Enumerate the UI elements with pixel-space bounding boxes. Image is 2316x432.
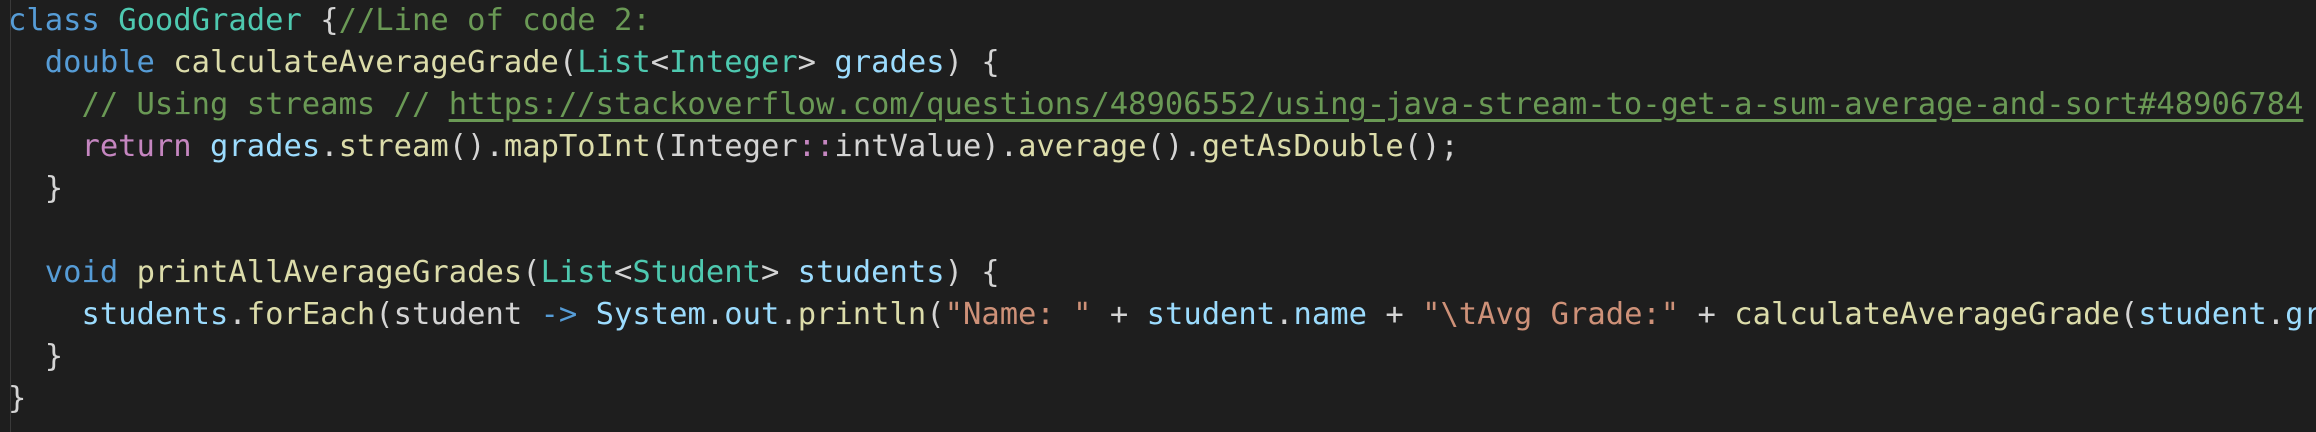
- lambda-param: (student: [375, 297, 541, 332]
- dot: .: [228, 297, 247, 332]
- var-students: students: [81, 297, 229, 332]
- code-line-10[interactable]: }: [8, 378, 26, 420]
- type-integer: Integer: [669, 129, 798, 164]
- code-line-9[interactable]: }: [8, 336, 63, 378]
- comment-link[interactable]: https://stackoverflow.com/questions/4890…: [449, 87, 2304, 122]
- method-ref-op: ::: [797, 129, 835, 164]
- string-name: "Name: ": [944, 297, 1092, 332]
- return-type: void: [44, 255, 119, 290]
- return-type: double: [44, 45, 155, 80]
- generic-open: <: [650, 45, 670, 80]
- code-line-8[interactable]: students.forEach(student -> System.out.p…: [8, 294, 2316, 336]
- plus-op: +: [1091, 297, 1147, 332]
- fn-stream: stream: [338, 129, 449, 164]
- close-brace: }: [44, 339, 64, 374]
- param-name: students: [797, 255, 945, 290]
- fn-getasdouble: getAsDouble: [1201, 129, 1404, 164]
- fn-intvalue: intValue: [834, 129, 982, 164]
- generic-type: Student: [632, 255, 761, 290]
- method-name: printAllAverageGrades: [136, 255, 523, 290]
- var-grades: grades: [2285, 297, 2316, 332]
- param-name: grades: [834, 45, 945, 80]
- code-editor[interactable]: class GoodGrader {//Line of code 2: doub…: [0, 0, 2316, 432]
- dot: .: [2266, 297, 2286, 332]
- fn-maptoint: mapToInt: [503, 129, 651, 164]
- punct: ();: [1403, 129, 1459, 164]
- var-student: student: [2138, 297, 2267, 332]
- open-paren: (: [522, 255, 541, 290]
- open-brace: {: [301, 3, 339, 38]
- plus-op: +: [1366, 297, 1423, 332]
- class-name: GoodGrader: [118, 3, 302, 38]
- punct: (: [2119, 297, 2139, 332]
- code-line-5[interactable]: }: [8, 168, 63, 210]
- dot: .: [320, 129, 339, 164]
- param-type: List: [540, 255, 615, 290]
- punct: (: [650, 129, 670, 164]
- lambda-arrow: ->: [540, 297, 578, 332]
- punct: ).: [981, 129, 1019, 164]
- keyword-return: return: [81, 129, 192, 164]
- line-comment: // Using streams //: [81, 87, 449, 122]
- var-out: out: [724, 297, 780, 332]
- code-line-7[interactable]: void printAllAverageGrades(List<Student>…: [8, 252, 1000, 294]
- signature-tail: ) {: [944, 45, 1000, 80]
- signature-tail: ) {: [944, 255, 1000, 290]
- code-line-3[interactable]: // Using streams // https://stackoverflo…: [8, 84, 2303, 126]
- punct: (: [926, 297, 945, 332]
- fn-foreach: forEach: [246, 297, 376, 332]
- fn-calculate-average-grade: calculateAverageGrade: [1734, 297, 2120, 332]
- dot: .: [1275, 297, 1294, 332]
- close-brace: }: [8, 381, 27, 416]
- code-line-1[interactable]: class GoodGrader {//Line of code 2:: [8, 0, 651, 42]
- method-name: calculateAverageGrade: [173, 45, 559, 80]
- fn-average: average: [1018, 129, 1147, 164]
- dot: .: [705, 297, 725, 332]
- punct: ().: [1146, 129, 1202, 164]
- var-student: student: [1146, 297, 1276, 332]
- var-name: name: [1293, 297, 1367, 332]
- param-type: List: [577, 45, 651, 80]
- fn-println: println: [797, 297, 927, 332]
- generic-close: >: [797, 45, 835, 80]
- keyword-class: class: [8, 3, 100, 38]
- generic-close: >: [760, 255, 798, 290]
- line-comment: //Line of code 2:: [338, 3, 651, 38]
- close-brace: }: [44, 171, 64, 206]
- generic-type: Integer: [669, 45, 798, 80]
- type-system: System: [595, 297, 706, 332]
- string-avg-grade: "\tAvg Grade:": [1422, 297, 1680, 332]
- punct: ().: [448, 129, 504, 164]
- code-line-4[interactable]: return grades.stream().mapToInt(Integer:…: [8, 126, 1459, 168]
- dot: .: [779, 297, 798, 332]
- open-paren: (: [558, 45, 578, 80]
- generic-open: <: [614, 255, 633, 290]
- code-line-2[interactable]: double calculateAverageGrade(List<Intege…: [8, 42, 1000, 84]
- var-grades: grades: [210, 129, 321, 164]
- plus-op: +: [1679, 297, 1735, 332]
